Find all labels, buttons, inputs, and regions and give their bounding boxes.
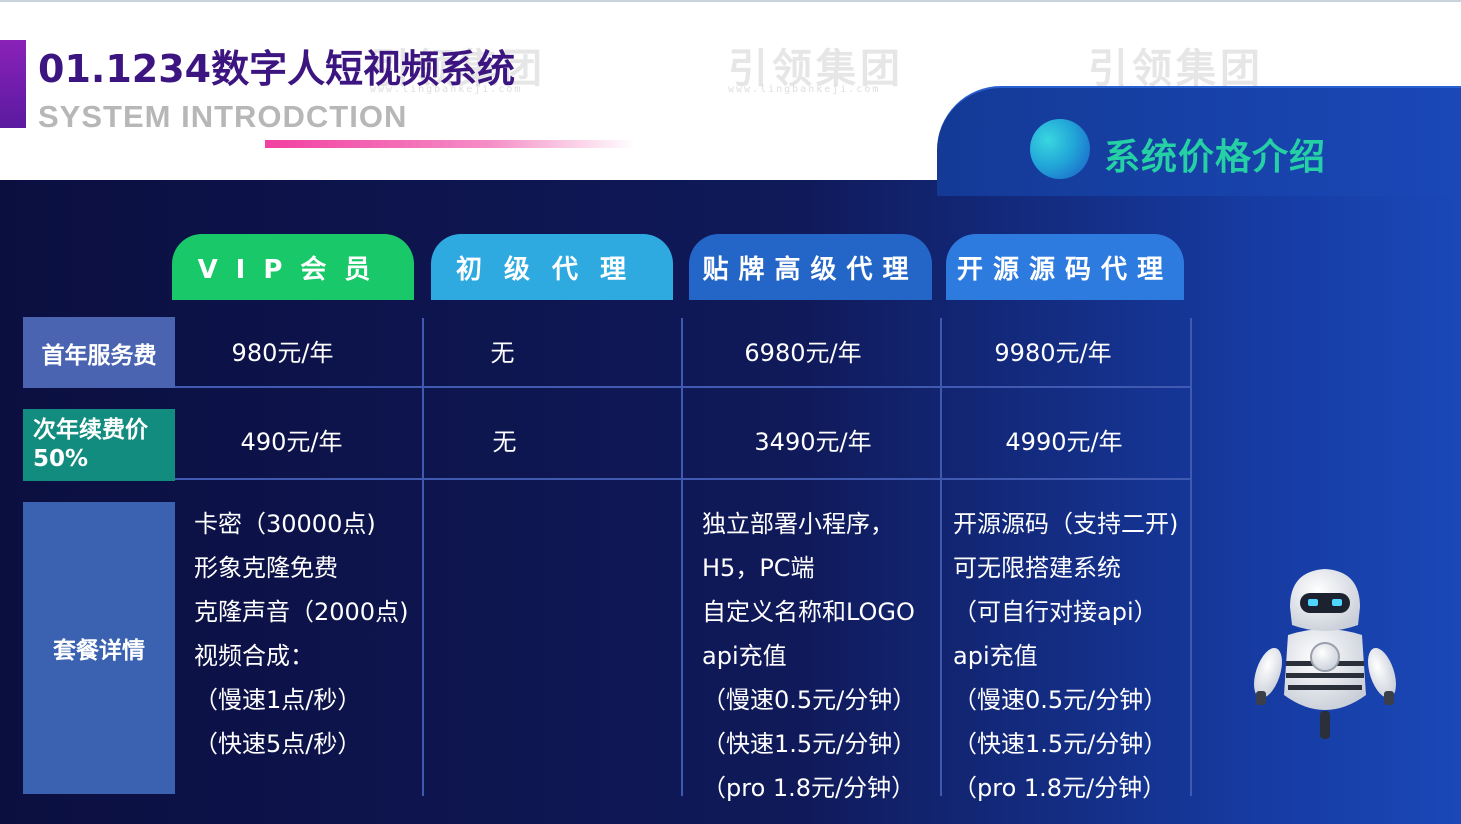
detail-line: （慢速0.5元/分钟） [702,686,917,714]
title-accent-bar [0,40,26,128]
detail-line: （可自行对接api） [953,598,1158,626]
renewal-label-main: 次年续费价 [33,417,148,443]
row-label-first-year: 首年服务费 [23,317,175,388]
detail-line: （快速1.5元/分钟） [953,730,1168,758]
grid-divider [422,318,424,796]
gradient-orb-icon [1030,119,1090,179]
row-label-package: 套餐详情 [23,502,175,794]
price-cell: 无 [492,428,517,456]
detail-line: （快速1.5元/分钟） [702,730,917,758]
detail-line: 视频合成： [194,642,314,670]
detail-line: 开源源码（支持二开) [953,510,1179,538]
detail-line: 克隆声音（2000点) [194,598,409,626]
package-details-oem: 独立部署小程序， H5，PC端 自定义名称和LOGO api充值 （慢速0.5元… [702,502,916,810]
grid-divider [1190,318,1192,796]
price-cell: 4990元/年 [1005,428,1123,456]
package-details-source: 开源源码（支持二开) 可无限搭建系统 （可自行对接api） api充值 （慢速0… [953,502,1178,810]
price-cell: 6980元/年 [744,339,862,367]
detail-line: 卡密（30000点) [194,510,376,538]
page-title: 01.1234数字人短视频系统 [38,47,516,91]
column-header-source-agent: 开源源码代理 [946,234,1184,300]
price-cell: 9980元/年 [994,339,1112,367]
package-details-vip: 卡密（30000点) 形象克隆免费 克隆声音（2000点) 视频合成： （慢速1… [194,502,408,766]
renewal-label-percent: 50% [33,446,89,472]
watermark-url: www.lingbankeji.com [728,84,881,95]
robot-illustration [1254,569,1396,739]
section-title: 系统价格介绍 [1104,137,1327,178]
grid-divider [175,478,1192,480]
grid-divider [175,386,1192,388]
detail-line: （pro 1.8元/分钟） [702,774,916,802]
detail-line: （pro 1.8元/分钟） [953,774,1167,802]
detail-line: （慢速0.5元/分钟） [953,686,1168,714]
top-divider [0,0,1461,2]
detail-line: （慢速1点/秒） [194,686,362,714]
column-header-oem-agent: 贴牌高级代理 [689,234,932,300]
detail-line: H5，PC端 [702,554,815,582]
title-underline [265,140,635,148]
row-label-renewal: 次年续费价 50% [23,409,175,481]
grid-divider [940,318,942,796]
detail-line: api充值 [702,642,787,670]
detail-line: 可无限搭建系统 [953,554,1121,582]
detail-line: api充值 [953,642,1038,670]
page-subtitle: SYSTEM INTRODCTION [38,99,408,134]
column-header-junior-agent: 初级代理 [431,234,673,300]
price-cell: 490元/年 [240,428,343,456]
price-cell: 3490元/年 [754,428,872,456]
grid-divider [681,318,683,796]
price-cell: 980元/年 [231,339,334,367]
detail-line: （快速5点/秒） [194,730,362,758]
price-cell: 无 [490,339,515,367]
detail-line: 形象克隆免费 [194,554,338,582]
column-header-vip: VIP会员 [172,234,414,300]
detail-line: 自定义名称和LOGO [702,598,915,626]
detail-line: 独立部署小程序， [702,510,894,538]
